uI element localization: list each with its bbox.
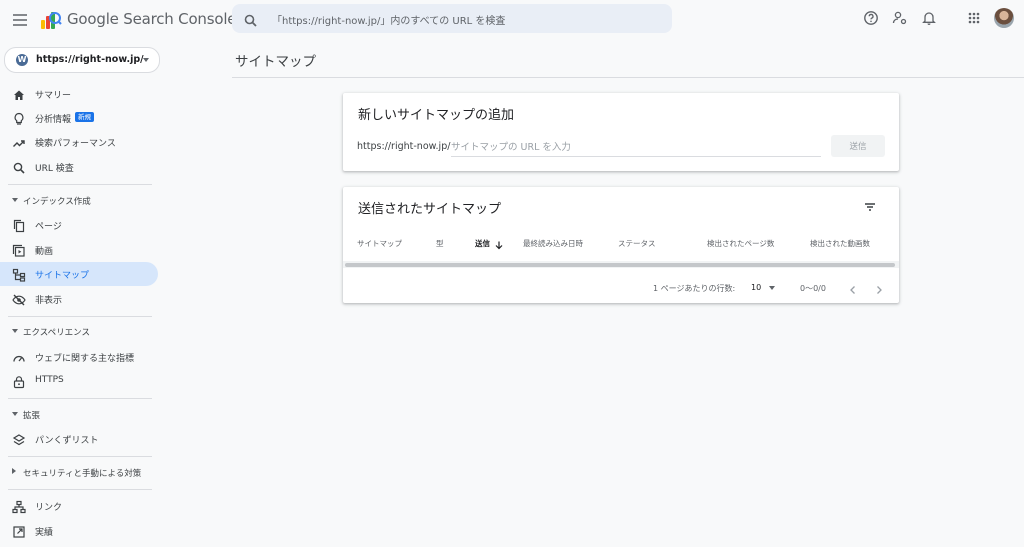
- speedometer-icon: [12, 350, 26, 364]
- property-name: https://right-now.jp/: [36, 54, 144, 65]
- arrow-down-icon[interactable]: [494, 235, 504, 250]
- sidebar-item-label: ウェブに関する主な指標: [35, 354, 135, 364]
- sidebar-item-core-web-vitals[interactable]: ウェブに関する主な指標: [0, 345, 158, 369]
- eye-off-icon: [12, 292, 26, 306]
- search-icon[interactable]: [244, 12, 257, 27]
- caret-down-icon: [12, 198, 18, 202]
- menu-icon[interactable]: [11, 11, 29, 29]
- sidebar-item-label: 分析情報: [35, 115, 72, 125]
- sitemap-url-prefix: https://right-now.jp/: [357, 141, 451, 152]
- sidebar-divider: [8, 184, 152, 185]
- add-sitemap-title: 新しいサイトマップの追加: [358, 108, 515, 123]
- sidebar-item-links[interactable]: リンク: [0, 494, 158, 518]
- sidebar-item-summary[interactable]: サマリー: [0, 82, 158, 106]
- sidebar-item-breadcrumbs[interactable]: パンくずリスト: [0, 427, 158, 451]
- rows-per-page-label: 1 ページあたりの行数:: [653, 284, 736, 293]
- video-icon: [12, 243, 26, 257]
- column-header-status[interactable]: ステータス: [618, 238, 656, 249]
- sidebar-divider: [8, 489, 152, 490]
- sidebar-section-security[interactable]: セキュリティと手動による対策: [0, 463, 158, 483]
- add-sitemap-card: 新しいサイトマップの追加 https://right-now.jp/ 送信: [343, 93, 899, 171]
- pages-icon: [12, 218, 26, 233]
- scrollbar-thumb[interactable]: [345, 263, 895, 267]
- chevron-down-icon: [143, 58, 149, 62]
- account-settings-icon[interactable]: [892, 10, 908, 26]
- sidebar-section-label: セキュリティと手動による対策: [23, 469, 142, 479]
- caret-right-icon: [12, 468, 16, 474]
- sidebar-item-https[interactable]: HTTPS: [0, 369, 158, 393]
- app-title[interactable]: Google Search Console: [67, 10, 237, 28]
- submitted-sitemaps-title: 送信されたサイトマップ: [358, 202, 502, 217]
- chevron-down-icon[interactable]: [769, 286, 775, 290]
- sidebar-item-label: パンくずリスト: [35, 436, 99, 446]
- column-header-sitemap[interactable]: サイトマップ: [357, 238, 402, 249]
- apps-grid-icon[interactable]: [966, 10, 982, 26]
- title-divider: [232, 77, 1024, 78]
- column-header-submitted[interactable]: 送信: [475, 238, 490, 249]
- column-header-discovered-pages[interactable]: 検出されたページ数: [707, 238, 774, 249]
- top-bar: Google Search Console 「https://right-now…: [0, 0, 1024, 40]
- sidebar-item-label: ページ: [35, 222, 62, 232]
- submit-button[interactable]: 送信: [831, 135, 885, 157]
- new-badge: 新規: [75, 112, 94, 122]
- sidebar-section-label: 拡張: [23, 411, 41, 421]
- avatar[interactable]: [994, 8, 1014, 28]
- sidebar-divider: [8, 316, 152, 317]
- search-console-logo-icon: [40, 8, 62, 30]
- sitemap-url-input[interactable]: [451, 140, 821, 157]
- sidebar-item-label: URL 検査: [35, 164, 74, 174]
- sidebar-item-label: サイトマップ: [35, 271, 90, 281]
- sidebar-section-label: インデックス作成: [23, 197, 91, 207]
- sidebar-item-label: 非表示: [35, 296, 63, 306]
- sidebar-item-label: HTTPS: [35, 375, 64, 385]
- layers-icon: [12, 432, 26, 446]
- sidebar-item-label: 検索パフォーマンス: [35, 139, 116, 149]
- caret-down-icon: [12, 412, 18, 416]
- sidebar-item-sitemaps[interactable]: サイトマップ: [0, 262, 158, 286]
- external-link-icon: [12, 524, 26, 538]
- sidebar-item-videos[interactable]: 動画: [0, 238, 158, 262]
- caret-down-icon: [12, 329, 18, 333]
- chevron-left-icon[interactable]: [847, 281, 859, 294]
- column-header-type[interactable]: 型: [436, 238, 444, 249]
- sidebar-section-label: エクスペリエンス: [23, 328, 90, 338]
- links-icon: [12, 499, 26, 514]
- sitemap-icon: [12, 267, 26, 282]
- search-placeholder[interactable]: 「https://right-now.jp/」内のすべての URL を検査: [272, 12, 505, 27]
- sidebar-section-indexing[interactable]: インデックス作成: [0, 191, 158, 211]
- search-icon: [12, 160, 26, 174]
- page-title: サイトマップ: [235, 54, 316, 70]
- sidebar-item-pages[interactable]: ページ: [0, 213, 158, 237]
- pagination-range: 0〜0/0: [800, 284, 826, 293]
- lock-icon: [12, 374, 26, 389]
- sidebar-item-performance[interactable]: 検索パフォーマンス: [0, 130, 158, 154]
- submitted-sitemaps-card: 送信されたサイトマップ サイトマップ 型 送信 最終読み込み日時 ステータス 検…: [343, 187, 899, 303]
- lightbulb-icon: [12, 111, 26, 125]
- help-icon[interactable]: [863, 10, 879, 26]
- sidebar-item-achievements[interactable]: 実績: [0, 519, 158, 543]
- sidebar-item-label: リンク: [35, 503, 63, 513]
- sidebar-item-removals[interactable]: 非表示: [0, 287, 158, 311]
- sidebar-item-url-inspection[interactable]: URL 検査: [0, 155, 158, 179]
- sidebar-item-label: 実績: [35, 528, 54, 538]
- sidebar-item-insights[interactable]: 分析情報 新規: [0, 106, 158, 130]
- column-header-last-read[interactable]: 最終読み込み日時: [523, 238, 583, 249]
- bell-icon[interactable]: [921, 10, 937, 26]
- trending-up-icon: [12, 135, 26, 149]
- filter-icon[interactable]: [863, 199, 877, 213]
- property-selector[interactable]: W https://right-now.jp/: [4, 47, 160, 73]
- rows-per-page-select[interactable]: 10: [751, 283, 761, 292]
- sidebar-divider: [8, 398, 152, 399]
- sidebar-section-experience[interactable]: エクスペリエンス: [0, 322, 158, 342]
- sidebar-item-label: サマリー: [35, 91, 72, 101]
- wordpress-icon: W: [16, 54, 28, 66]
- sidebar-item-label: 動画: [35, 247, 54, 257]
- inspect-url-search-bar[interactable]: 「https://right-now.jp/」内のすべての URL を検査: [232, 4, 672, 33]
- home-icon: [12, 87, 26, 101]
- column-header-discovered-videos[interactable]: 検出された動画数: [810, 238, 870, 249]
- sidebar-divider: [8, 456, 152, 457]
- sidebar-section-enhancements[interactable]: 拡張: [0, 405, 158, 425]
- chevron-right-icon[interactable]: [873, 281, 885, 294]
